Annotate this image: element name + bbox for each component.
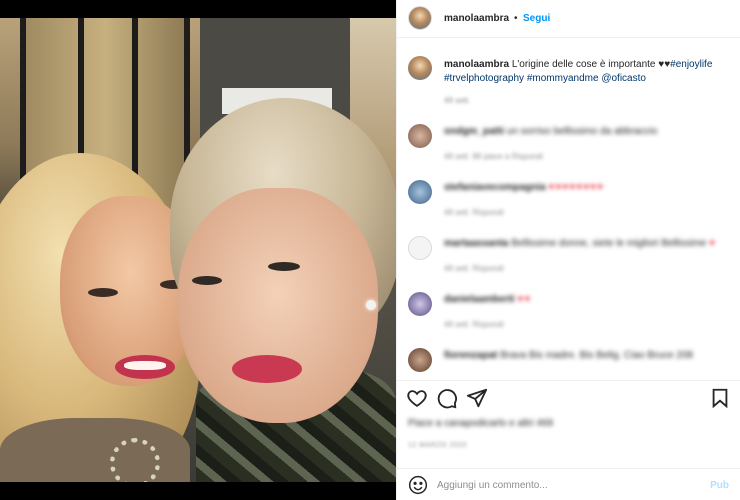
comment-username[interactable]: fiorenzapat xyxy=(444,350,497,361)
woman-right-eye xyxy=(192,276,222,285)
woman-right-eye xyxy=(268,262,300,271)
hashtag-link[interactable]: #trvelphotography xyxy=(444,73,524,84)
comment-meta: 49 sett. Rispondi xyxy=(444,208,504,217)
comment-icon[interactable] xyxy=(436,387,458,409)
comment-body: un sorriso bellissimo da abbraccio xyxy=(506,126,658,137)
woman-left-body xyxy=(0,418,190,482)
comment-hearts: ♥♥♥♥♥♥♥♥ xyxy=(548,182,604,193)
avatar[interactable] xyxy=(408,124,432,148)
woman-left-eye xyxy=(88,288,118,297)
woman-left-teeth xyxy=(124,361,166,370)
avatar[interactable] xyxy=(408,56,432,80)
comment-meta: 49 sett. Rispondi xyxy=(444,320,504,329)
post-photo[interactable] xyxy=(0,18,396,482)
woman-right-earring xyxy=(366,300,376,310)
comment-hearts: ♥♥ xyxy=(517,294,532,305)
avatar[interactable] xyxy=(408,180,432,204)
comment-text: martaassanta Bellissime donne, siete le … xyxy=(444,238,716,249)
woman-right-face xyxy=(178,188,378,423)
comment-text: stefaniavecompagnia ♥♥♥♥♥♥♥♥ xyxy=(444,182,604,193)
comment-hearts: ♥ xyxy=(709,238,717,249)
comment-text: danielaamberti ♥♥ xyxy=(444,294,531,305)
bottom-letterbox xyxy=(0,482,396,500)
woman-left-necklace xyxy=(110,438,160,482)
caption-hearts: ♥♥ xyxy=(658,59,671,70)
caption-time: 49 sett. xyxy=(444,96,471,105)
hashtag-link[interactable]: #enjoylife xyxy=(670,59,712,70)
publish-button[interactable]: Pub xyxy=(710,480,729,491)
heart-icon[interactable] xyxy=(406,387,428,409)
post-actions xyxy=(397,380,740,414)
follow-button[interactable]: Segui xyxy=(523,13,550,24)
comment-username[interactable]: danielaamberti xyxy=(444,294,515,305)
comment-item: martaassanta Bellissime donne, siete le … xyxy=(397,230,740,280)
comment-username[interactable]: stefaniavecompagnia xyxy=(444,182,546,193)
post-caption: manolaambra L'origine delle cose è impor… xyxy=(397,44,740,108)
comment-text: fiorenzapat Brava Bis madre. Bis Belig. … xyxy=(444,350,693,361)
comment-username[interactable]: ondgm_patti xyxy=(444,126,504,137)
hashtag-link[interactable]: #mommyandme xyxy=(527,73,599,84)
separator-dot: • xyxy=(514,13,518,24)
comment-input[interactable] xyxy=(437,475,687,495)
avatar[interactable] xyxy=(408,292,432,316)
comment-meta: 49 sett. Rispondi xyxy=(444,264,504,273)
post-header: manolaambra • Segui xyxy=(397,0,740,38)
comment-meta: 49 sett. 88 piace a Rispondi xyxy=(444,152,543,161)
comment-body: Bellissime donne, siete le migliori Bell… xyxy=(511,238,707,249)
avatar[interactable] xyxy=(408,6,432,30)
share-icon[interactable] xyxy=(466,387,488,409)
woman-right-lips xyxy=(232,355,302,383)
caption-body: L'origine delle cose è importante xyxy=(511,59,656,70)
comment-item: danielaamberti ♥♥ 49 sett. Rispondi xyxy=(397,286,740,336)
caption-username[interactable]: manolaambra xyxy=(444,59,509,70)
caption-text: manolaambra L'origine delle cose è impor… xyxy=(444,58,734,86)
comment-item: stefaniavecompagnia ♥♥♥♥♥♥♥♥ 49 sett. Ri… xyxy=(397,174,740,224)
likes-count[interactable]: Piace a canapodicarlo e altri 469 xyxy=(408,418,553,429)
top-letterbox xyxy=(0,0,396,18)
comment-text: ondgm_patti un sorriso bellissimo da abb… xyxy=(444,126,657,137)
mention-link[interactable]: @oficasto xyxy=(601,73,646,84)
comment-body: Brava Bis madre. Bis Belig. Ciao Bruce 2… xyxy=(500,350,693,361)
post-date: 12 MARZO 2020 xyxy=(408,442,468,449)
add-comment-bar: Pub xyxy=(397,468,740,500)
post-side-panel: manolaambra • Segui manolaambra L'origin… xyxy=(396,0,740,500)
comment-username[interactable]: martaassanta xyxy=(444,238,508,249)
emoji-icon[interactable] xyxy=(408,475,428,495)
comment-item: ondgm_patti un sorriso bellissimo da abb… xyxy=(397,118,740,168)
post-username[interactable]: manolaambra xyxy=(444,13,509,24)
avatar[interactable] xyxy=(408,348,432,372)
avatar[interactable] xyxy=(408,236,432,260)
bookmark-icon[interactable] xyxy=(709,387,731,409)
